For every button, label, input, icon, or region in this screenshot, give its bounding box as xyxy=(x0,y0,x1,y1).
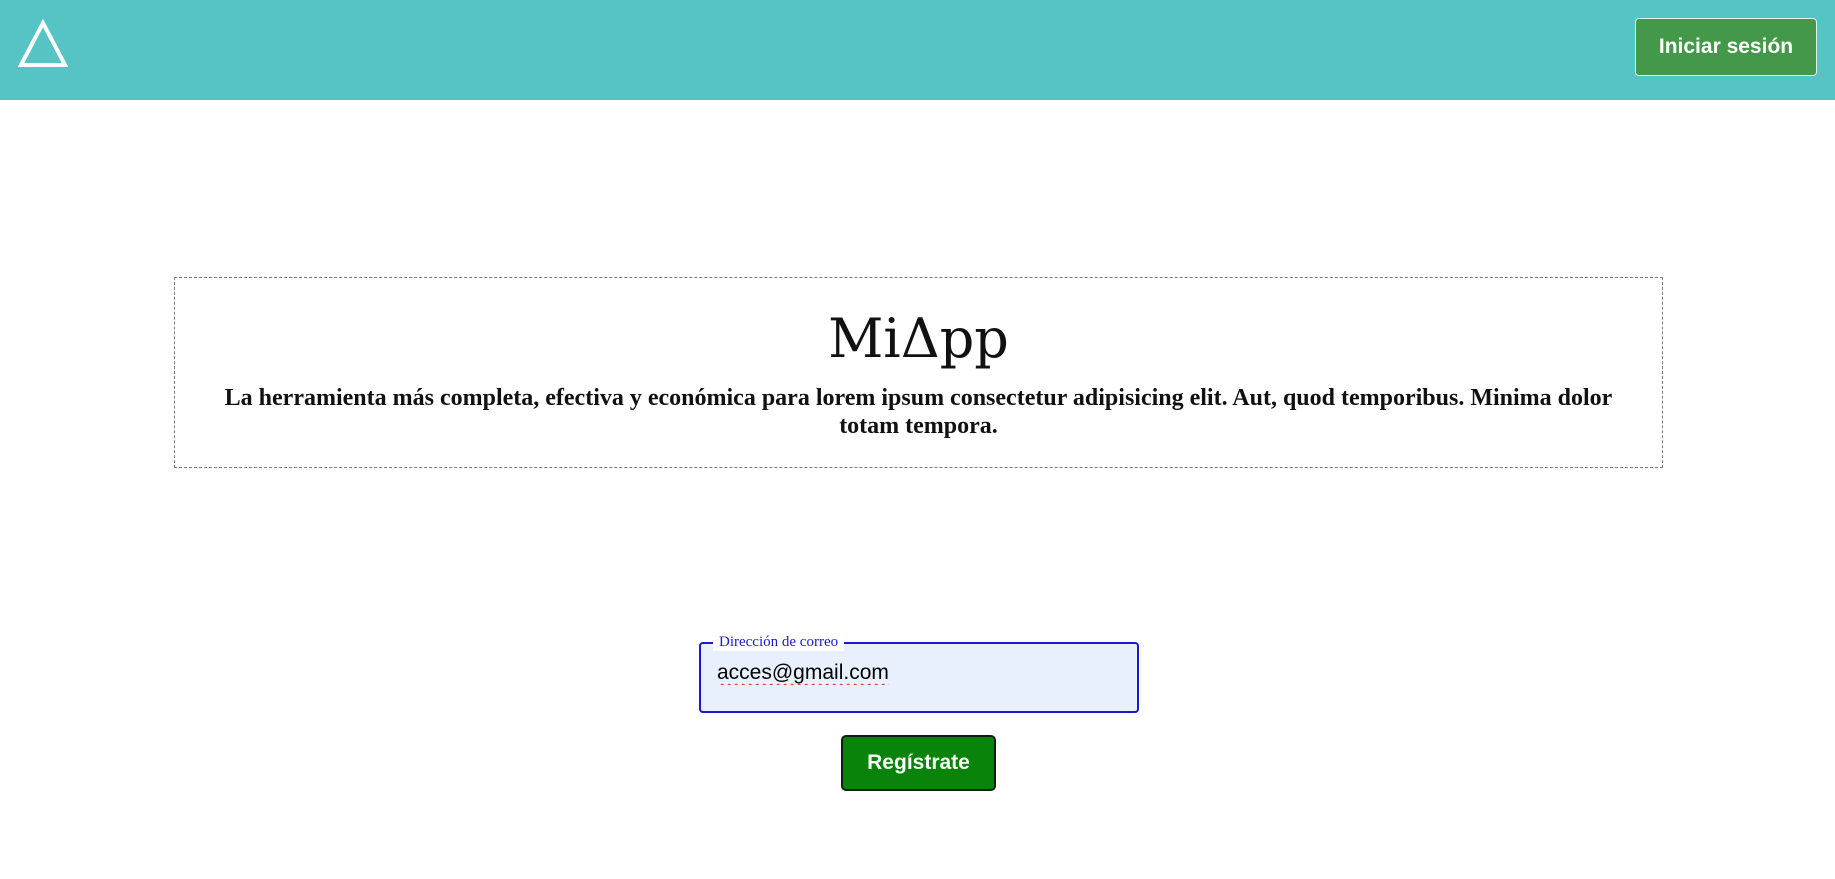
register-button[interactable]: Regístrate xyxy=(841,735,996,791)
hero-box: MiΔpp La herramienta más completa, efect… xyxy=(174,277,1663,468)
login-button[interactable]: Iniciar sesión xyxy=(1635,18,1817,76)
email-field-group: Dirección de correo xyxy=(699,634,1139,713)
app-tagline: La herramienta más completa, efectiva y … xyxy=(224,385,1613,439)
app-title: MiΔpp xyxy=(828,307,1009,370)
top-navbar: Iniciar sesión xyxy=(0,0,1835,100)
email-field[interactable] xyxy=(717,653,1121,693)
delta-triangle-icon[interactable] xyxy=(18,19,68,69)
email-field-label: Dirección de correo xyxy=(713,634,845,651)
